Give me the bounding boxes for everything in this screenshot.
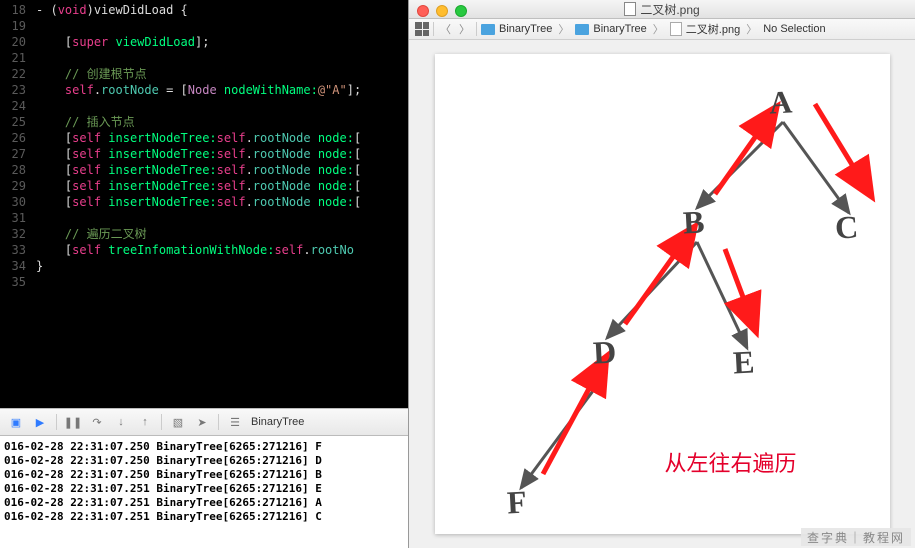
code-editor[interactable]: 181920212223242526272829303132333435 - (…	[0, 0, 408, 408]
watermark: 查字典｜教程网	[801, 528, 911, 546]
line-number-gutter: 181920212223242526272829303132333435	[0, 0, 32, 408]
zoom-button[interactable]	[455, 5, 467, 17]
image-viewport[interactable]: 从左往右遍历 A B C D E F	[409, 40, 915, 548]
tree-node-E: E	[732, 343, 755, 381]
forward-button[interactable]: 〉	[457, 21, 472, 37]
image-file-icon	[670, 22, 682, 36]
path-bar: 〈 〉 BinaryTree 〉 BinaryTree 〉 二叉树.png 〉 …	[409, 19, 915, 40]
chevron-right-icon: 〉	[556, 21, 571, 37]
console-output[interactable]: 016-02-28 22:31:07.250 BinaryTree[6265:2…	[0, 436, 408, 548]
separator	[161, 414, 162, 430]
continue-icon[interactable]: ▶	[32, 414, 48, 430]
stack-icon[interactable]: ☰	[227, 414, 243, 430]
debug-project-label[interactable]: BinaryTree	[251, 416, 304, 428]
separator	[433, 22, 434, 36]
tree-node-A: A	[768, 83, 793, 121]
toggle-debug-icon[interactable]: ▣	[8, 414, 24, 430]
view-debug-icon[interactable]: ▧	[170, 414, 186, 430]
grid-icon[interactable]	[415, 22, 429, 36]
image-canvas: 从左往右遍历 A B C D E F	[435, 54, 890, 534]
chevron-right-icon: 〉	[651, 21, 666, 37]
folder-icon	[575, 24, 589, 35]
minimize-button[interactable]	[436, 5, 448, 17]
step-out-icon[interactable]: ↑	[137, 414, 153, 430]
document-icon	[624, 2, 636, 16]
tree-node-C: C	[834, 208, 859, 246]
back-button[interactable]: 〈	[438, 21, 453, 37]
separator	[218, 414, 219, 430]
diagram-caption: 从左往右遍历	[665, 446, 797, 478]
tree-diagram	[435, 54, 890, 534]
breadcrumb-item[interactable]: BinaryTree	[499, 23, 552, 35]
step-over-icon[interactable]: ↷	[89, 414, 105, 430]
window-title-text: 二叉树.png	[640, 1, 699, 18]
preview-window: 二叉树.png 〈 〉 BinaryTree 〉 BinaryTree 〉 二叉…	[408, 0, 915, 548]
tree-node-F: F	[506, 484, 527, 522]
chevron-right-icon: 〉	[744, 21, 759, 37]
debug-toolbar: ▣ ▶ ❚❚ ↷ ↓ ↑ ▧ ➤ ☰ BinaryTree	[0, 408, 408, 436]
separator	[476, 22, 477, 36]
separator	[56, 414, 57, 430]
close-button[interactable]	[417, 5, 429, 17]
window-title: 二叉树.png	[624, 1, 699, 18]
location-icon[interactable]: ➤	[194, 414, 210, 430]
tree-node-B: B	[682, 203, 705, 241]
editor-pane: 181920212223242526272829303132333435 - (…	[0, 0, 408, 548]
pause-icon[interactable]: ❚❚	[65, 414, 81, 430]
breadcrumb-item[interactable]: BinaryTree	[593, 23, 646, 35]
breadcrumb-item[interactable]: No Selection	[763, 23, 825, 35]
step-into-icon[interactable]: ↓	[113, 414, 129, 430]
code-content[interactable]: - (void)viewDidLoad { [super viewDidLoad…	[32, 0, 408, 408]
window-controls	[417, 5, 467, 17]
window-titlebar[interactable]: 二叉树.png	[409, 0, 915, 19]
tree-node-D: D	[592, 333, 617, 371]
folder-icon	[481, 24, 495, 35]
breadcrumb-item[interactable]: 二叉树.png	[686, 21, 740, 37]
